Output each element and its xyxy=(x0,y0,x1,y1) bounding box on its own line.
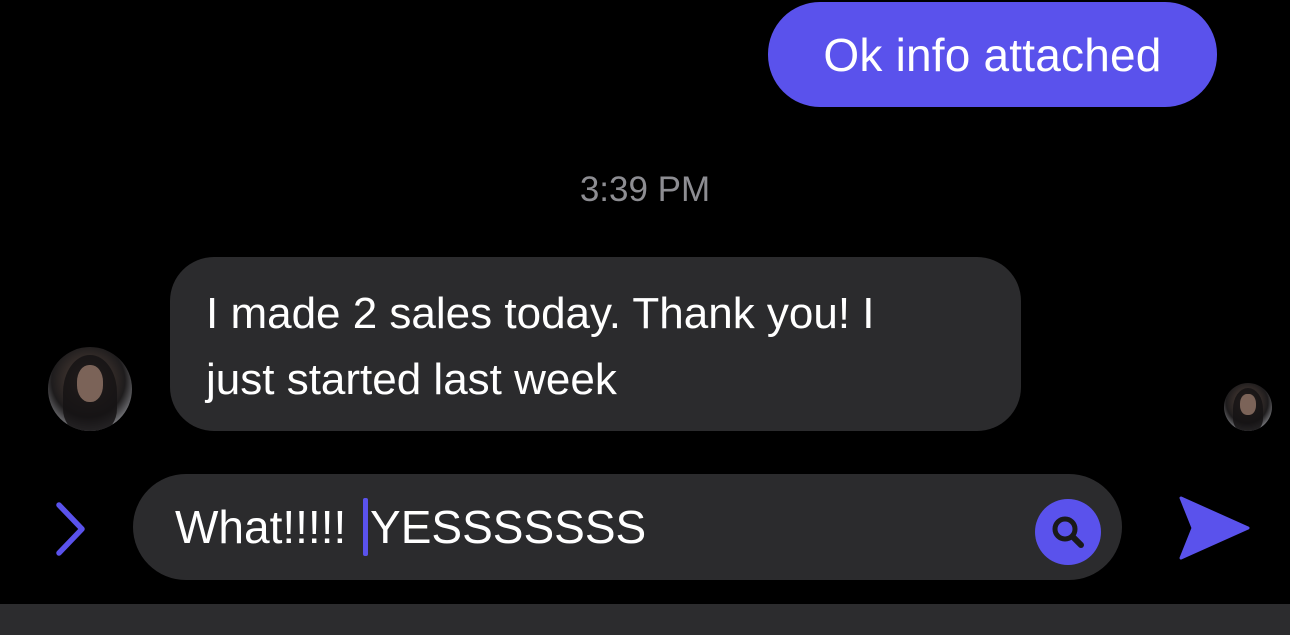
avatar-face-shape xyxy=(76,365,104,403)
outgoing-message-text: Ok info attached xyxy=(823,28,1162,81)
incoming-message-line-2: just started last week xyxy=(206,355,617,404)
keyboard-bar xyxy=(0,604,1290,635)
send-button[interactable] xyxy=(1178,492,1250,564)
contact-avatar[interactable] xyxy=(48,347,132,431)
input-text-after-caret: YESSSSSSS xyxy=(370,501,647,553)
message-input[interactable]: What!!!!! YESSSSSSS xyxy=(133,474,1122,580)
incoming-message-bubble[interactable]: I made 2 sales today. Thank you! I just … xyxy=(170,257,1021,431)
message-input-text[interactable]: What!!!!! YESSSSSSS xyxy=(175,498,646,556)
input-text-before-caret: What!!!!! xyxy=(175,501,360,553)
read-receipt-avatar xyxy=(1224,383,1272,431)
avatar-face-shape xyxy=(1240,393,1256,415)
expand-toolbar-button[interactable] xyxy=(48,497,92,561)
magnifier-icon xyxy=(1052,516,1084,548)
outgoing-message-bubble[interactable]: Ok info attached xyxy=(768,2,1217,107)
text-caret xyxy=(363,498,369,556)
chevron-right-icon xyxy=(56,502,85,556)
send-arrow-icon xyxy=(1179,496,1250,560)
incoming-message-line-1: I made 2 sales today. Thank you! I xyxy=(206,289,875,338)
message-timestamp: 3:39 PM xyxy=(579,170,711,209)
search-button[interactable] xyxy=(1035,499,1101,565)
